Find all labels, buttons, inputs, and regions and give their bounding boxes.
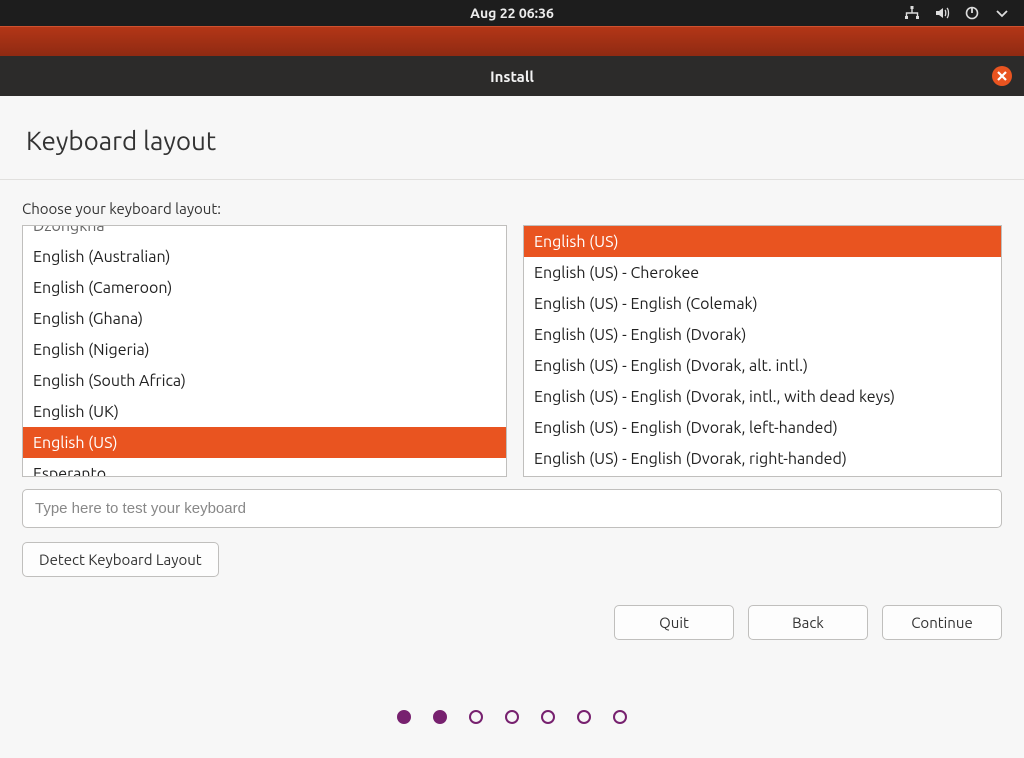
progress-dots bbox=[22, 710, 1002, 724]
list-item-selected[interactable]: English (US) bbox=[23, 427, 506, 458]
layout-language-list[interactable]: Dzongkha English (Australian) English (C… bbox=[22, 225, 507, 477]
list-item[interactable]: English (US) - English (Dvorak, intl., w… bbox=[524, 381, 1001, 412]
list-item[interactable]: English (US) - English (Dvorak, alt. int… bbox=[524, 350, 1001, 381]
list-item[interactable]: English (US) - Cherokee bbox=[524, 257, 1001, 288]
close-button[interactable] bbox=[992, 66, 1012, 86]
list-item[interactable]: Esperanto bbox=[23, 458, 506, 477]
clock-label: Aug 22 06:36 bbox=[470, 5, 554, 21]
test-keyboard-input[interactable] bbox=[22, 489, 1002, 528]
window-titlebar: Install bbox=[0, 56, 1024, 96]
back-button[interactable]: Back bbox=[748, 605, 868, 640]
list-item[interactable]: English (Nigeria) bbox=[23, 334, 506, 365]
system-topbar: Aug 22 06:36 bbox=[0, 0, 1024, 26]
quit-button[interactable]: Quit bbox=[614, 605, 734, 640]
progress-dot bbox=[577, 710, 591, 724]
choose-layout-label: Choose your keyboard layout: bbox=[22, 200, 1002, 217]
list-item[interactable]: English (South Africa) bbox=[23, 365, 506, 396]
page-title: Keyboard layout bbox=[0, 96, 1024, 179]
list-item[interactable]: English (US) - English (Dvorak, right-ha… bbox=[524, 443, 1001, 474]
detect-layout-button[interactable]: Detect Keyboard Layout bbox=[22, 542, 219, 577]
layout-variant-list[interactable]: English (US) English (US) - Cherokee Eng… bbox=[523, 225, 1002, 477]
progress-dot bbox=[541, 710, 555, 724]
list-item[interactable]: English (Australian) bbox=[23, 241, 506, 272]
progress-dot bbox=[505, 710, 519, 724]
list-item[interactable]: English (Cameroon) bbox=[23, 272, 506, 303]
progress-dot bbox=[613, 710, 627, 724]
list-item[interactable]: English (Ghana) bbox=[23, 303, 506, 334]
progress-dot bbox=[397, 710, 411, 724]
network-icon[interactable] bbox=[904, 5, 920, 21]
progress-dot bbox=[433, 710, 447, 724]
progress-dot bbox=[469, 710, 483, 724]
continue-button[interactable]: Continue bbox=[882, 605, 1002, 640]
window-title: Install bbox=[490, 68, 534, 85]
list-item-selected[interactable]: English (US) bbox=[524, 226, 1001, 257]
list-item[interactable]: English (US) - English (Colemak) bbox=[524, 288, 1001, 319]
list-item[interactable]: English (US) - English (Dvorak) bbox=[524, 319, 1001, 350]
system-tray bbox=[904, 5, 1010, 21]
power-icon[interactable] bbox=[964, 5, 980, 21]
decorative-strip bbox=[0, 26, 1024, 56]
list-item[interactable]: English (US) - English (Macintosh) bbox=[524, 474, 1001, 477]
chevron-down-icon[interactable] bbox=[994, 5, 1010, 21]
close-icon bbox=[997, 71, 1007, 81]
list-item[interactable]: English (US) - English (Dvorak, left-han… bbox=[524, 412, 1001, 443]
volume-icon[interactable] bbox=[934, 5, 950, 21]
list-item[interactable]: Dzongkha bbox=[23, 225, 506, 241]
list-item[interactable]: English (UK) bbox=[23, 396, 506, 427]
